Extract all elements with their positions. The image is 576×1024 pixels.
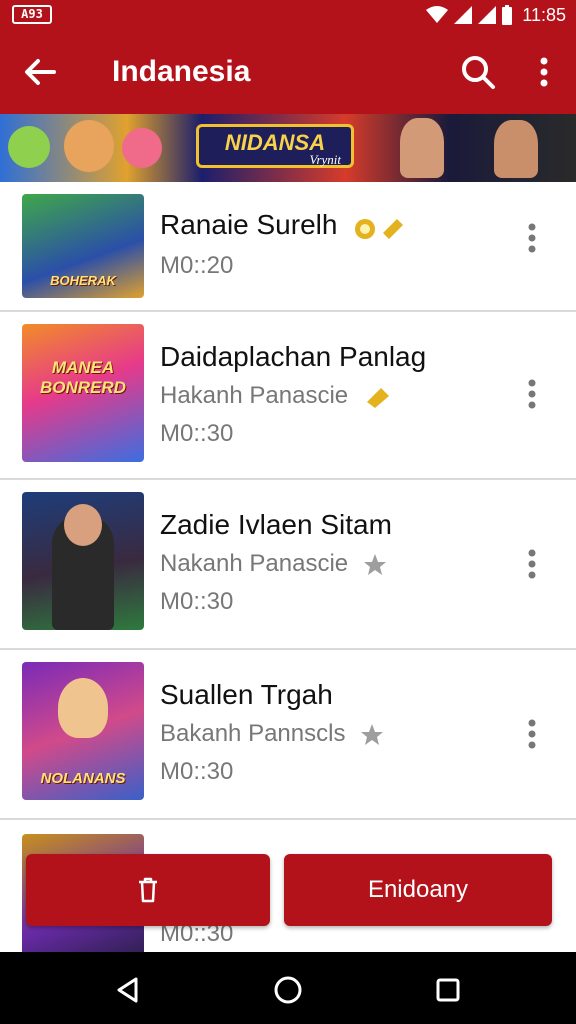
thumbnail: BOHERAK	[22, 194, 144, 298]
confirm-button[interactable]: Enidoany	[284, 854, 552, 926]
thumbnail: NOLANANS	[22, 662, 144, 800]
more-vert-icon[interactable]	[520, 374, 544, 414]
status-icons: 11:85	[426, 0, 566, 30]
item-subtitle: Hakanh Panascie	[160, 382, 393, 410]
item-time: M0::30	[160, 588, 234, 615]
search-icon[interactable]	[458, 52, 498, 92]
nav-home-icon[interactable]	[272, 974, 304, 1006]
battery-icon	[502, 5, 513, 25]
notification-icon: A93	[12, 5, 52, 24]
thumbnail	[22, 492, 144, 630]
promo-banner[interactable]: NIDANSA Vrynit	[0, 114, 576, 182]
list-item[interactable]: BOHERAK Ranaie Surelh M0::20	[0, 182, 576, 312]
item-title: Ranaie Surelh	[160, 208, 405, 242]
item-time: M0::20	[160, 252, 234, 279]
banner-logo: NIDANSA Vrynit	[196, 124, 354, 168]
clock: 11:85	[522, 4, 566, 25]
delete-button[interactable]	[26, 854, 270, 926]
more-vert-icon[interactable]	[520, 714, 544, 754]
item-subtitle: Bakanh Pannscls	[160, 720, 384, 748]
nav-back-icon[interactable]	[114, 976, 142, 1004]
signal-icon	[454, 6, 473, 24]
banner-character	[400, 118, 444, 178]
wifi-icon	[426, 6, 449, 23]
trash-icon	[139, 877, 157, 903]
thumbnail: MANEA BONRERD	[22, 324, 144, 462]
more-vert-icon[interactable]	[520, 544, 544, 584]
list-item[interactable]: Zadie Ivlaen Sitam Nakanh Panascie M0::3…	[0, 480, 576, 650]
item-title: Daidaplachan Panlag	[160, 341, 427, 372]
confirm-button-label: Enidoany	[367, 876, 469, 903]
item-subtitle: Nakanh Panascie	[160, 550, 387, 578]
arrow-back-icon[interactable]	[20, 52, 60, 92]
status-bar: A93 11:85	[0, 0, 576, 30]
nav-recent-icon[interactable]	[434, 976, 462, 1004]
character-face	[58, 678, 108, 738]
item-time: M0::30	[160, 758, 234, 785]
star-icon	[363, 553, 386, 575]
item-time: M0::30	[160, 420, 234, 447]
character-face	[64, 504, 102, 546]
banner-character	[64, 120, 114, 172]
banner-character	[8, 126, 50, 168]
more-vert-icon[interactable]	[520, 218, 544, 258]
system-nav-bar	[0, 952, 576, 1024]
item-title: Zadie Ivlaen Sitam	[160, 509, 392, 540]
page-title: Indanesia	[112, 55, 251, 88]
banner-character	[494, 120, 538, 178]
app-bar: Indanesia	[0, 30, 576, 114]
gold-medal-icon	[366, 387, 389, 408]
item-title: Suallen Trgah	[160, 679, 333, 710]
list-item[interactable]: NOLANANS Suallen Trgah Bakanh Pannscls M…	[0, 650, 576, 820]
list-item[interactable]: MANEA BONRERD Daidaplachan Panlag Hakanh…	[0, 312, 576, 480]
star-icon	[361, 723, 384, 745]
gold-medal-icon	[355, 218, 404, 239]
signal-icon	[478, 6, 497, 24]
banner-character	[122, 128, 162, 168]
more-vert-icon[interactable]	[528, 52, 560, 92]
